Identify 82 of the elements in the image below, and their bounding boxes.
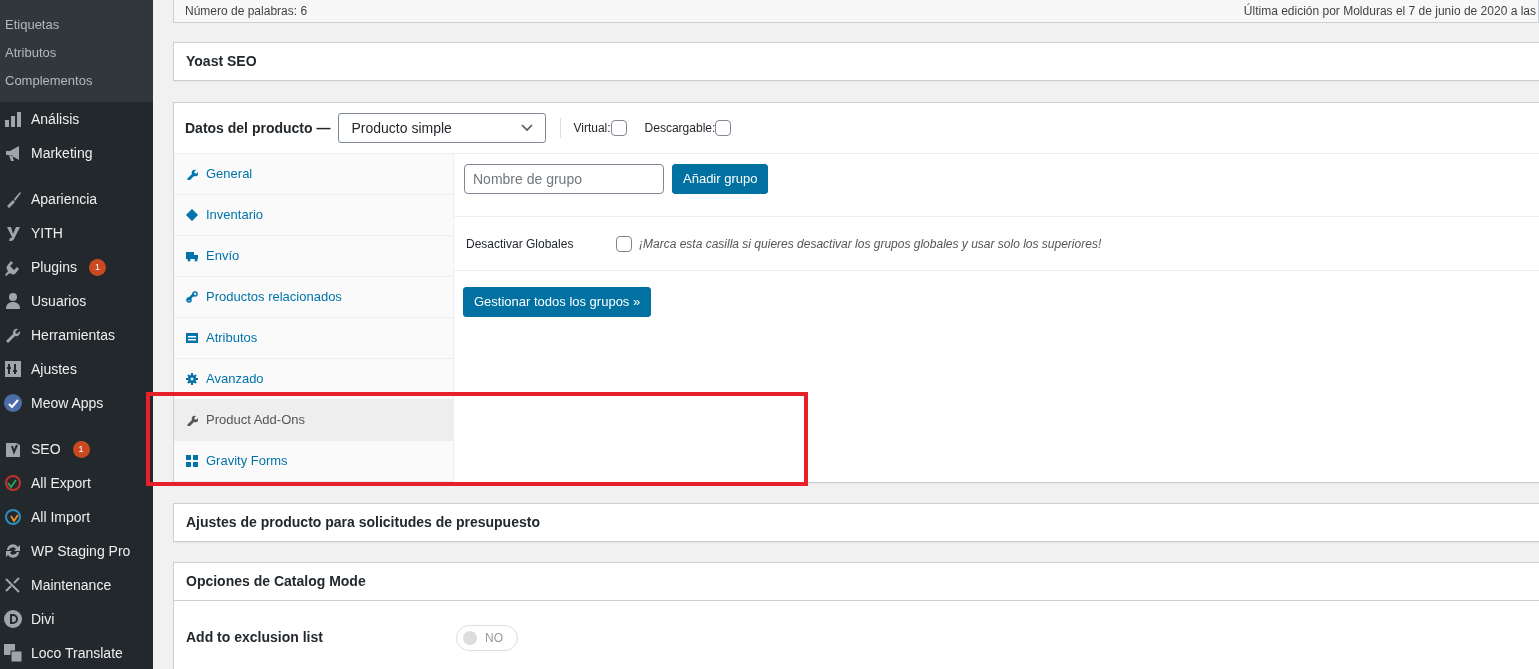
product-data-tab[interactable]: Gravity Forms (174, 441, 453, 482)
checkbox[interactable] (616, 235, 632, 252)
product-data-tab[interactable]: Atributos (174, 318, 453, 359)
list-icon (186, 332, 198, 344)
menu-label: Divi (31, 609, 55, 629)
menu-label: Ajustes (31, 359, 77, 379)
menu-item[interactable]: SEO 1 (0, 432, 153, 466)
notification-count: 1 (88, 258, 106, 276)
menu-item[interactable]: All Export (0, 466, 153, 500)
menu-label: YITH (31, 223, 63, 243)
sync-icon (3, 541, 23, 561)
toggle-text: NO (485, 629, 503, 647)
option-label: Descargable: (644, 120, 716, 137)
menu-label: Análisis (31, 109, 80, 129)
menu-item[interactable]: Ajustes (0, 352, 153, 386)
submenu-link[interactable]: Atributos (0, 39, 153, 67)
wrench-icon (186, 168, 198, 180)
product-data-tab[interactable]: Envío (174, 236, 453, 277)
menu-item[interactable]: Loco Translate (0, 636, 153, 669)
product-data-tab[interactable]: Product Add-Ons (174, 400, 453, 441)
panel-title: Yoast SEO (185, 52, 258, 71)
last-edit-text: Última edición por Molduras el 7 de junio de 2020 a las (1243, 2, 1537, 20)
menu-label: Usuarios (31, 291, 87, 311)
panel-title: Opciones de Catalog Mode (185, 572, 367, 591)
round-logo-icon (3, 393, 23, 413)
field-label: Desactivar Globales (466, 235, 575, 253)
translate-icon (3, 643, 23, 663)
menu-label: Plugins (31, 257, 77, 277)
field-description: ¡Marca esta casilla si quieres desactivar los grupos globales y usar solo los superiores! (639, 235, 1102, 253)
toggle-knob (463, 630, 477, 645)
tag-icon (186, 209, 198, 221)
gear-icon (186, 373, 198, 385)
checkbox[interactable] (610, 120, 627, 136)
user-icon (3, 291, 23, 311)
manage-groups-button[interactable]: Gestionar todos los grupos » (463, 287, 652, 317)
truck-icon (186, 250, 198, 262)
bar-chart-icon (3, 109, 23, 129)
grid-icon (186, 455, 198, 467)
tools-icon (3, 575, 23, 595)
menu-label: Herramientas (31, 325, 116, 345)
caret-icon (521, 124, 534, 132)
menu-item[interactable]: Meow Apps (0, 386, 153, 420)
menu-item[interactable]: Apariencia (0, 182, 153, 216)
menu-item[interactable]: WP Staging Pro (0, 534, 153, 568)
sliders-icon (3, 359, 23, 379)
checkbox[interactable] (715, 120, 732, 136)
word-count: Número de palabras: 6 (185, 3, 308, 20)
add-group-button[interactable]: Añadir grupo (672, 164, 769, 194)
product-data-tab[interactable]: Productos relacionados (174, 277, 453, 318)
panel-title: Datos del producto — (185, 118, 331, 138)
menu-label: Meow Apps (31, 393, 104, 413)
menu-item[interactable]: Herramientas (0, 318, 153, 352)
menu-label: All Export (31, 473, 91, 493)
link-icon (186, 291, 198, 303)
product-data-tab[interactable]: General (174, 154, 453, 195)
menu-item[interactable]: Plugins 1 (0, 250, 153, 284)
notification-count: 1 (72, 440, 90, 458)
wrench-icon (186, 414, 198, 426)
menu-label: Loco Translate (31, 643, 123, 663)
menu-item[interactable]: Divi (0, 602, 153, 636)
menu-item[interactable]: Usuarios (0, 284, 153, 318)
product-type-select[interactable]: Producto simple (338, 113, 547, 143)
menu-item[interactable]: Maintenance (0, 568, 153, 602)
menu-label: All Import (31, 507, 91, 527)
menu-label: SEO (31, 439, 61, 459)
menu-item[interactable]: All Import (0, 500, 153, 534)
submenu-link[interactable]: Complementos (0, 67, 153, 95)
letter-d-icon (3, 609, 23, 629)
menu-label: Marketing (31, 143, 93, 163)
field-label: Add to exclusion list (186, 628, 324, 647)
panel-title: Ajustes de producto para solicitudes de presupuesto (185, 513, 541, 532)
menu-label: Apariencia (31, 189, 98, 209)
option-label: Virtual: (573, 120, 611, 137)
submenu-link[interactable]: Etiquetas (0, 11, 153, 39)
select-value: Producto simple (351, 118, 452, 138)
menu-item[interactable]: Marketing (0, 136, 153, 170)
group-name-field[interactable]: Nombre de grupo (464, 164, 664, 194)
menu-label: WP Staging Pro (31, 541, 131, 561)
menu-label: Maintenance (31, 575, 112, 595)
menu-item[interactable]: Análisis (0, 102, 153, 136)
product-data-tab[interactable]: Inventario (174, 195, 453, 236)
menu-item[interactable]: YITH (0, 216, 153, 250)
